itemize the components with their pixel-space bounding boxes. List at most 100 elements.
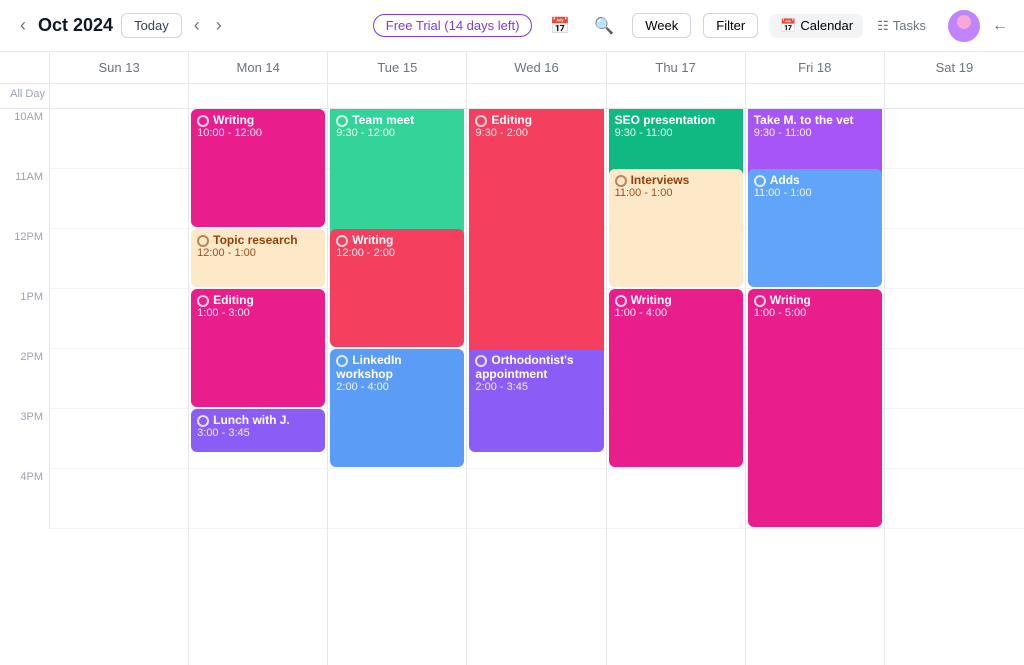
- hour-sun-10: [50, 109, 188, 169]
- event-title: Topic research: [197, 233, 319, 247]
- day-header-sat: Sat 19: [885, 52, 1024, 83]
- event-title: Orthodontist's appointment: [475, 353, 597, 381]
- calendar-tab[interactable]: 📅 Calendar: [770, 14, 863, 38]
- day-header-tue: Tue 15: [328, 52, 467, 83]
- calendar-tasks-toggle: 📅 Calendar ☷ Tasks: [770, 14, 936, 38]
- event-time: 9:30 - 11:00: [754, 127, 876, 139]
- search-button[interactable]: 🔍: [588, 12, 620, 40]
- hour-sat-4: [885, 469, 1024, 529]
- allday-mon: [189, 84, 328, 108]
- tasks-tab-label: Tasks: [893, 18, 926, 33]
- event-writing-mon[interactable]: Writing 10:00 - 12:00: [191, 109, 325, 227]
- event-time: 12:00 - 1:00: [197, 247, 319, 259]
- next-button[interactable]: ›: [212, 11, 226, 40]
- back-nav-button[interactable]: ‹: [16, 11, 30, 40]
- hour-tue-4: [328, 469, 466, 529]
- event-writing-fri[interactable]: Writing 1:00 - 5:00: [748, 289, 882, 527]
- hour-sat-1: [885, 289, 1024, 349]
- check-icon: [336, 115, 348, 127]
- event-title: Adds: [754, 173, 876, 187]
- free-trial-badge: Free Trial (14 days left): [373, 14, 533, 37]
- event-time: 9:30 - 11:00: [615, 127, 737, 139]
- allday-label: All Day: [0, 84, 50, 108]
- time-11am: 11AM: [0, 169, 50, 229]
- event-title: Writing: [336, 233, 458, 247]
- day-columns: Writing 10:00 - 12:00 Topic research 12:…: [50, 109, 1024, 665]
- col-tue15: Team meet 9:30 - 12:00 Writing 12:00 - 2…: [328, 109, 467, 665]
- today-button[interactable]: Today: [121, 13, 182, 38]
- header-left: ‹ Oct 2024 Today ‹ ›: [16, 11, 365, 40]
- allday-sat: [885, 84, 1024, 108]
- event-writing-tue[interactable]: Writing 12:00 - 2:00: [330, 229, 464, 347]
- hour-sat-11: [885, 169, 1024, 229]
- day-header-fri: Fri 18: [746, 52, 885, 83]
- day-header-sun: Sun 13: [50, 52, 189, 83]
- time-10am: 10AM: [0, 109, 50, 169]
- event-editing-mon[interactable]: Editing 1:00 - 3:00: [191, 289, 325, 407]
- col-mon14: Writing 10:00 - 12:00 Topic research 12:…: [189, 109, 328, 665]
- hour-sun-4: [50, 469, 188, 529]
- hour-sun-11: [50, 169, 188, 229]
- check-icon: [475, 355, 487, 367]
- calendar-container: Sun 13 Mon 14 Tue 15 Wed 16 Thu 17 Fri 1…: [0, 52, 1024, 665]
- event-title: Writing: [754, 293, 876, 307]
- allday-fri: [746, 84, 885, 108]
- hour-sat-10: [885, 109, 1024, 169]
- week-view-select[interactable]: Week: [632, 13, 691, 38]
- event-time: 9:30 - 12:00: [336, 127, 458, 139]
- user-avatar[interactable]: [948, 10, 980, 42]
- event-time: 11:00 - 1:00: [754, 187, 876, 199]
- check-icon: [615, 295, 627, 307]
- event-adds-fri[interactable]: Adds 11:00 - 1:00: [748, 169, 882, 287]
- event-writing-thu[interactable]: Writing 1:00 - 4:00: [609, 289, 743, 467]
- event-title: Interviews: [615, 173, 737, 187]
- time-12pm: 12PM: [0, 229, 50, 289]
- event-topicresearch-mon[interactable]: Topic research 12:00 - 1:00: [191, 229, 325, 287]
- event-time: 1:00 - 5:00: [754, 307, 876, 319]
- hour-sun-2: [50, 349, 188, 409]
- event-ortho-wed[interactable]: Orthodontist's appointment 2:00 - 3:45: [469, 349, 603, 452]
- back-button[interactable]: ←: [992, 17, 1008, 35]
- check-icon: [197, 295, 209, 307]
- col-wed16: Editing 9:30 - 2:00 Orthodontist's appoi…: [467, 109, 606, 665]
- hour-sat-3: [885, 409, 1024, 469]
- event-title: Editing: [197, 293, 319, 307]
- event-title: LinkedIn workshop: [336, 353, 458, 381]
- event-time: 1:00 - 4:00: [615, 307, 737, 319]
- check-icon: [754, 295, 766, 307]
- time-body: 10AM 11AM 12PM 1PM 2PM 3PM 4PM: [0, 109, 1024, 665]
- event-time: 9:30 - 2:00: [475, 127, 597, 139]
- hour-mon-4: [189, 469, 327, 529]
- day-header-mon: Mon 14: [189, 52, 328, 83]
- col-fri18: Take M. to the vet 9:30 - 11:00 Adds 11:…: [746, 109, 885, 665]
- time-1pm: 1PM: [0, 289, 50, 349]
- event-lunch-mon[interactable]: Lunch with J. 3:00 - 3:45: [191, 409, 325, 452]
- day-header-wed: Wed 16: [467, 52, 606, 83]
- check-icon: [197, 235, 209, 247]
- event-linkedin-tue[interactable]: LinkedIn workshop 2:00 - 4:00: [330, 349, 464, 467]
- check-icon: [197, 415, 209, 427]
- event-editing-wed[interactable]: Editing 9:30 - 2:00: [469, 109, 603, 377]
- event-interviews-thu[interactable]: Interviews 11:00 - 1:00: [609, 169, 743, 287]
- calendar-icon-btn[interactable]: 📅: [544, 12, 576, 40]
- filter-button[interactable]: Filter: [703, 13, 758, 38]
- allday-thu: [607, 84, 746, 108]
- event-time: 3:00 - 3:45: [197, 427, 319, 439]
- event-time: 11:00 - 1:00: [615, 187, 737, 199]
- col-sun13: [50, 109, 189, 665]
- hour-thu-4: [607, 469, 745, 529]
- event-time: 2:00 - 3:45: [475, 381, 597, 393]
- col-thu17: SEO presentation 9:30 - 11:00 Interviews…: [607, 109, 746, 665]
- event-time: 12:00 - 2:00: [336, 247, 458, 259]
- check-icon: [336, 235, 348, 247]
- hour-sun-1: [50, 289, 188, 349]
- tasks-icon: ☷: [877, 18, 889, 34]
- day-headers: Sun 13 Mon 14 Tue 15 Wed 16 Thu 17 Fri 1…: [0, 52, 1024, 84]
- event-time: 2:00 - 4:00: [336, 381, 458, 393]
- event-time: 10:00 - 12:00: [197, 127, 319, 139]
- event-title: Team meet: [336, 113, 458, 127]
- tasks-tab[interactable]: ☷ Tasks: [867, 14, 936, 38]
- allday-sun: [50, 84, 189, 108]
- time-2pm: 2PM: [0, 349, 50, 409]
- prev-button[interactable]: ‹: [190, 11, 204, 40]
